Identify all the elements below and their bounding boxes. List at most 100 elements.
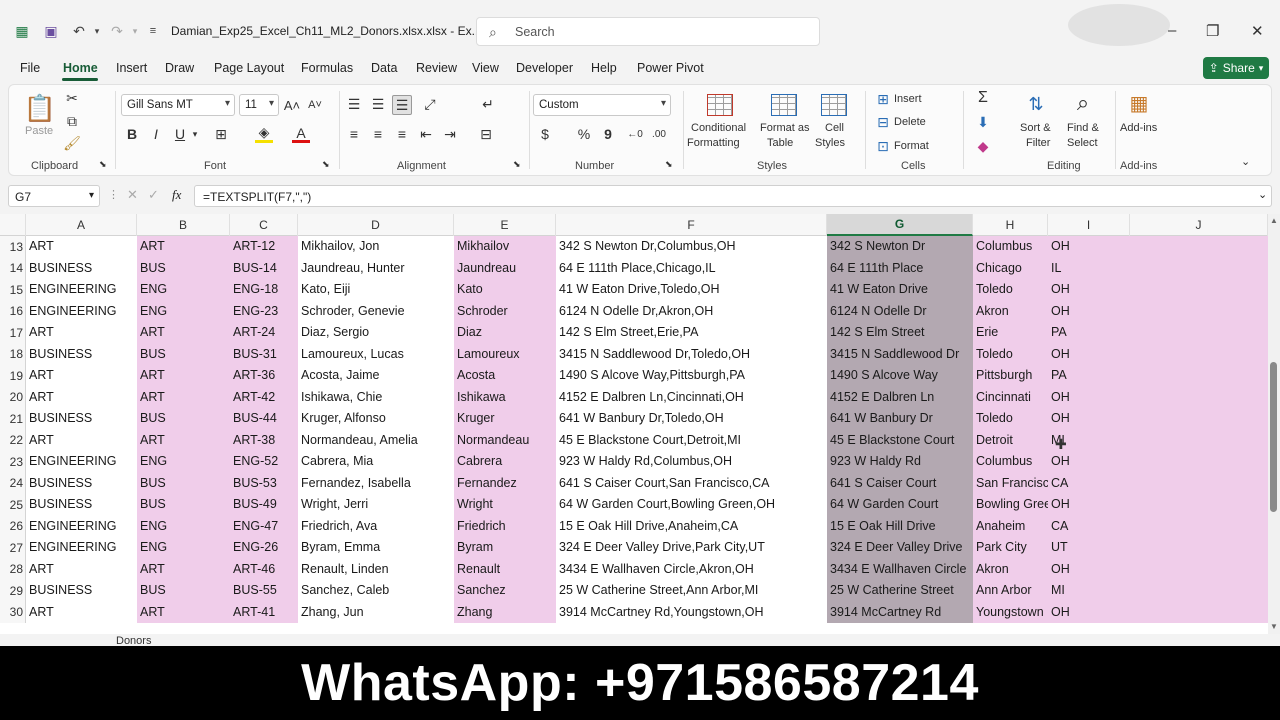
cell-donor-id[interactable]: ART-41	[230, 601, 298, 623]
cell-full-address[interactable]: 3914 McCartney Rd,Youngstown,OH	[556, 602, 827, 624]
orientation-icon[interactable]: ⤢	[419, 95, 441, 113]
cell-donor-name[interactable]: Wright, Jerri	[298, 494, 454, 516]
insert-function-icon[interactable]: fx	[172, 187, 181, 203]
cell-donor-name[interactable]: Kato, Eiji	[298, 279, 454, 301]
column-header-h[interactable]: H	[973, 214, 1048, 236]
undo-dropdown-icon[interactable]: ▾	[88, 22, 106, 40]
fill-icon[interactable]: ⬇	[974, 113, 992, 131]
cell-dept-code[interactable]: ENG	[137, 300, 230, 322]
currency-icon[interactable]: $	[537, 125, 553, 143]
cell-column-j[interactable]	[1130, 300, 1268, 322]
row-header[interactable]: 27	[0, 537, 26, 559]
merge-center-icon[interactable]: ⊟	[477, 125, 495, 143]
cell-dept-code[interactable]: ENG	[137, 515, 230, 537]
column-header-f[interactable]: F	[556, 214, 827, 236]
cell-last-name[interactable]: Friedrich	[454, 515, 556, 537]
sort-filter-label-2[interactable]: Filter	[1026, 137, 1050, 149]
row-header[interactable]: 19	[0, 365, 26, 387]
alignment-launcher-icon[interactable]: ⬊	[513, 159, 521, 170]
cell-dept-code[interactable]: BUS	[137, 257, 230, 279]
cell-last-name[interactable]: Wright	[454, 494, 556, 516]
tab-home[interactable]: Home	[63, 61, 98, 75]
scroll-up-icon[interactable]: ▲	[1270, 216, 1278, 225]
cell-last-name[interactable]: Kruger	[454, 408, 556, 430]
cell-donor-id[interactable]: ART-12	[230, 236, 298, 258]
add-ins-icon[interactable]: ▦	[1126, 90, 1152, 116]
cell-full-address[interactable]: 45 E Blackstone Court,Detroit,MI	[556, 430, 827, 452]
share-button[interactable]: ⇪ Share ▾	[1203, 57, 1269, 79]
tab-review[interactable]: Review	[416, 61, 457, 75]
cell-column-j[interactable]	[1130, 408, 1268, 430]
cell-donor-name[interactable]: Schroder, Genevie	[298, 301, 454, 323]
cell-city[interactable]: Pittsburgh	[973, 365, 1048, 387]
scroll-down-icon[interactable]: ▼	[1270, 622, 1278, 631]
tab-insert[interactable]: Insert	[116, 61, 147, 75]
cell-styles-icon[interactable]	[821, 94, 847, 116]
cell-department[interactable]: ENGINEERING	[26, 301, 137, 323]
undo-icon[interactable]: ↶	[70, 22, 88, 40]
cell-donor-name[interactable]: Sanchez, Caleb	[298, 580, 454, 602]
fill-color-icon[interactable]: ◈	[255, 124, 273, 143]
cell-dept-code[interactable]: BUS	[137, 408, 230, 430]
cell-department[interactable]: ART	[26, 236, 137, 258]
autosum-icon[interactable]: Σ	[974, 89, 992, 107]
cell-street[interactable]: 342 S Newton Dr	[827, 236, 973, 258]
cell-last-name[interactable]: Zhang	[454, 601, 556, 623]
cell-full-address[interactable]: 641 S Caiser Court,San Francisco,CA	[556, 473, 827, 495]
cell-street[interactable]: 3914 McCartney Rd	[827, 601, 973, 623]
redo-dropdown-icon[interactable]: ▾	[126, 22, 144, 40]
row-header[interactable]: 25	[0, 494, 26, 516]
cell-dept-code[interactable]: BUS	[137, 343, 230, 365]
cell-donor-name[interactable]: Fernandez, Isabella	[298, 473, 454, 495]
sheet-tab-donors[interactable]: Donors	[116, 635, 151, 646]
cell-street[interactable]: 1490 S Alcove Way	[827, 365, 973, 387]
find-select-label-2[interactable]: Select	[1067, 137, 1098, 149]
comma-style-icon[interactable]: 9	[599, 125, 617, 143]
tab-formulas[interactable]: Formulas	[301, 61, 353, 75]
cell-city[interactable]: Youngstown	[973, 601, 1048, 623]
cell-donor-name[interactable]: Normandeau, Amelia	[298, 430, 454, 452]
cell-last-name[interactable]: Schroder	[454, 300, 556, 322]
cell-column-j[interactable]	[1130, 515, 1268, 537]
cell-dept-code[interactable]: ART	[137, 322, 230, 344]
column-header-i[interactable]: I	[1048, 214, 1130, 236]
row-header[interactable]: 16	[0, 300, 26, 322]
paste-icon[interactable]: 📋	[23, 91, 57, 125]
chevron-down-icon[interactable]: ▾	[189, 125, 201, 143]
cell-dept-code[interactable]: ART	[137, 429, 230, 451]
tab-file[interactable]: File	[20, 61, 40, 75]
cell-donor-name[interactable]: Diaz, Sergio	[298, 322, 454, 344]
cell-state[interactable]: PA	[1048, 322, 1130, 344]
wrap-text-icon[interactable]: ↵	[479, 95, 497, 113]
column-header-c[interactable]: C	[230, 214, 298, 236]
find-select-icon[interactable]: ⌕	[1069, 89, 1097, 117]
cell-department[interactable]: ENGINEERING	[26, 516, 137, 538]
cell-donor-id[interactable]: ART-38	[230, 429, 298, 451]
cell-full-address[interactable]: 15 E Oak Hill Drive,Anaheim,CA	[556, 516, 827, 538]
cell-column-j[interactable]	[1130, 257, 1268, 279]
cell-column-j[interactable]	[1130, 601, 1268, 623]
cut-icon[interactable]: ✂	[64, 90, 80, 106]
cell-donor-id[interactable]: BUS-31	[230, 343, 298, 365]
cell-department[interactable]: BUSINESS	[26, 580, 137, 602]
percent-icon[interactable]: %	[575, 125, 593, 143]
row-header[interactable]: 18	[0, 343, 26, 365]
column-header-d[interactable]: D	[298, 214, 454, 236]
increase-decimal-icon[interactable]: ←0	[625, 125, 645, 143]
cell-dept-code[interactable]: ENG	[137, 537, 230, 559]
row-header[interactable]: 26	[0, 515, 26, 537]
align-left-icon[interactable]: ≡	[345, 125, 363, 143]
format-cells-icon[interactable]: ⊡	[875, 138, 891, 154]
align-top-icon[interactable]: ☰	[345, 95, 363, 113]
cell-full-address[interactable]: 4152 E Dalbren Ln,Cincinnati,OH	[556, 387, 827, 409]
cell-street[interactable]: 324 E Deer Valley Drive	[827, 537, 973, 559]
column-header-e[interactable]: E	[454, 214, 556, 236]
cell-styles-label-2[interactable]: Styles	[815, 137, 845, 149]
format-as-table-label-1[interactable]: Format as	[760, 122, 810, 134]
cell-city[interactable]: Akron	[973, 558, 1048, 580]
cancel-icon[interactable]: ✕	[127, 187, 138, 203]
cell-department[interactable]: ENGINEERING	[26, 537, 137, 559]
conditional-formatting-icon[interactable]	[707, 94, 733, 116]
cell-donor-name[interactable]: Cabrera, Mia	[298, 451, 454, 473]
tab-data[interactable]: Data	[371, 61, 397, 75]
